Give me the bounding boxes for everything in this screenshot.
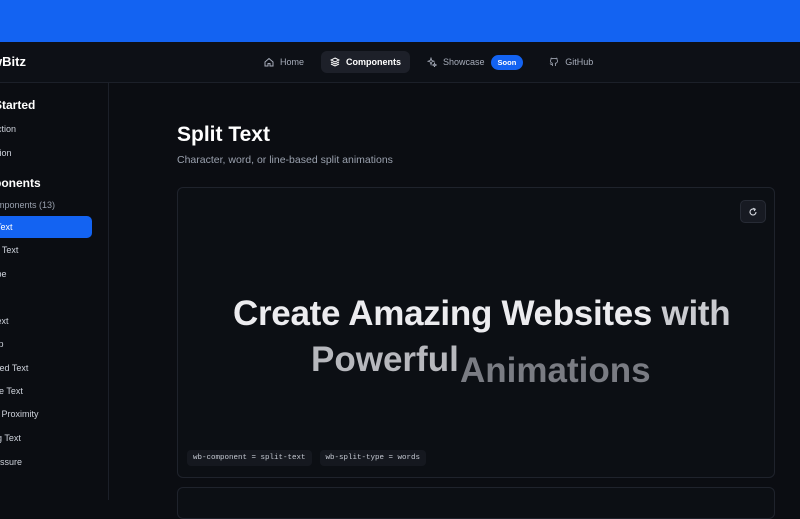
sidebar-item-5[interactable]: Text: [0, 316, 9, 326]
nav-github-label: GitHub: [565, 57, 594, 67]
logo[interactable]: wBitz: [0, 54, 26, 69]
sidebar: Started uction ation ponents omponents (…: [0, 83, 109, 500]
sidebar-item-9[interactable]: le Proximity: [0, 409, 39, 419]
nav-home-label: Home: [280, 57, 305, 67]
main-content: Split Text Character, word, or line-base…: [108, 83, 800, 519]
demo-word-with: with: [661, 294, 731, 333]
chip-component: wb-component = split-text: [187, 450, 312, 466]
sidebar-item-2[interactable]: nt Text: [0, 245, 18, 255]
sidebar-item-7[interactable]: pted Text: [0, 363, 28, 373]
attribute-chips: wb-component = split-text wb-split-type …: [187, 450, 427, 466]
nav-showcase-label: Showcase: [443, 57, 485, 67]
demo-word-animations: Animations: [460, 351, 651, 390]
sidebar-item-installation[interactable]: ation: [0, 148, 12, 158]
demo-preview: Create Amazing Websites with Powerful An…: [177, 187, 775, 478]
navbar: wBitz Home Components Showcase Soon GitH…: [0, 42, 800, 83]
top-banner: [0, 0, 800, 42]
sidebar-section-started: Started: [0, 98, 36, 112]
nav-showcase[interactable]: Showcase Soon: [418, 51, 532, 73]
sidebar-item-11[interactable]: ressure: [0, 457, 22, 467]
page-subtitle: Character, word, or line-based split ani…: [177, 154, 393, 166]
home-icon: [264, 57, 274, 67]
nav-items: Home Components Showcase Soon GitHub: [255, 51, 602, 73]
sparkle-icon: [427, 57, 438, 67]
page-title: Split Text: [177, 123, 270, 146]
sidebar-item-split-text[interactable]: Text: [0, 216, 92, 238]
demo-line-1: Create Amazing Websites with: [233, 294, 731, 334]
sidebar-item-3[interactable]: ype: [0, 269, 7, 279]
sidebar-item-6[interactable]: Up: [0, 339, 4, 349]
sidebar-section-components: ponents: [0, 176, 41, 190]
soon-badge: Soon: [490, 54, 524, 70]
code-panel: [177, 487, 775, 519]
sidebar-item-introduction[interactable]: uction: [0, 124, 16, 134]
nav-components-label: Components: [346, 57, 402, 67]
refresh-icon: [749, 207, 757, 216]
nav-home[interactable]: Home: [255, 51, 313, 73]
github-icon: [550, 57, 559, 66]
sidebar-item-8[interactable]: ble Text: [0, 386, 23, 396]
nav-github[interactable]: GitHub: [540, 51, 602, 73]
layers-icon: [330, 57, 341, 67]
demo-word-group-main: Create Amazing Websites: [233, 294, 653, 333]
chip-split-type: wb-split-type = words: [319, 450, 427, 466]
refresh-button[interactable]: [740, 200, 766, 223]
sidebar-item-10[interactable]: ng Text: [0, 433, 21, 443]
sidebar-item-all-components[interactable]: omponents (13): [0, 200, 55, 210]
demo-word-powerful: Powerful: [311, 340, 459, 379]
nav-components[interactable]: Components: [321, 51, 411, 73]
